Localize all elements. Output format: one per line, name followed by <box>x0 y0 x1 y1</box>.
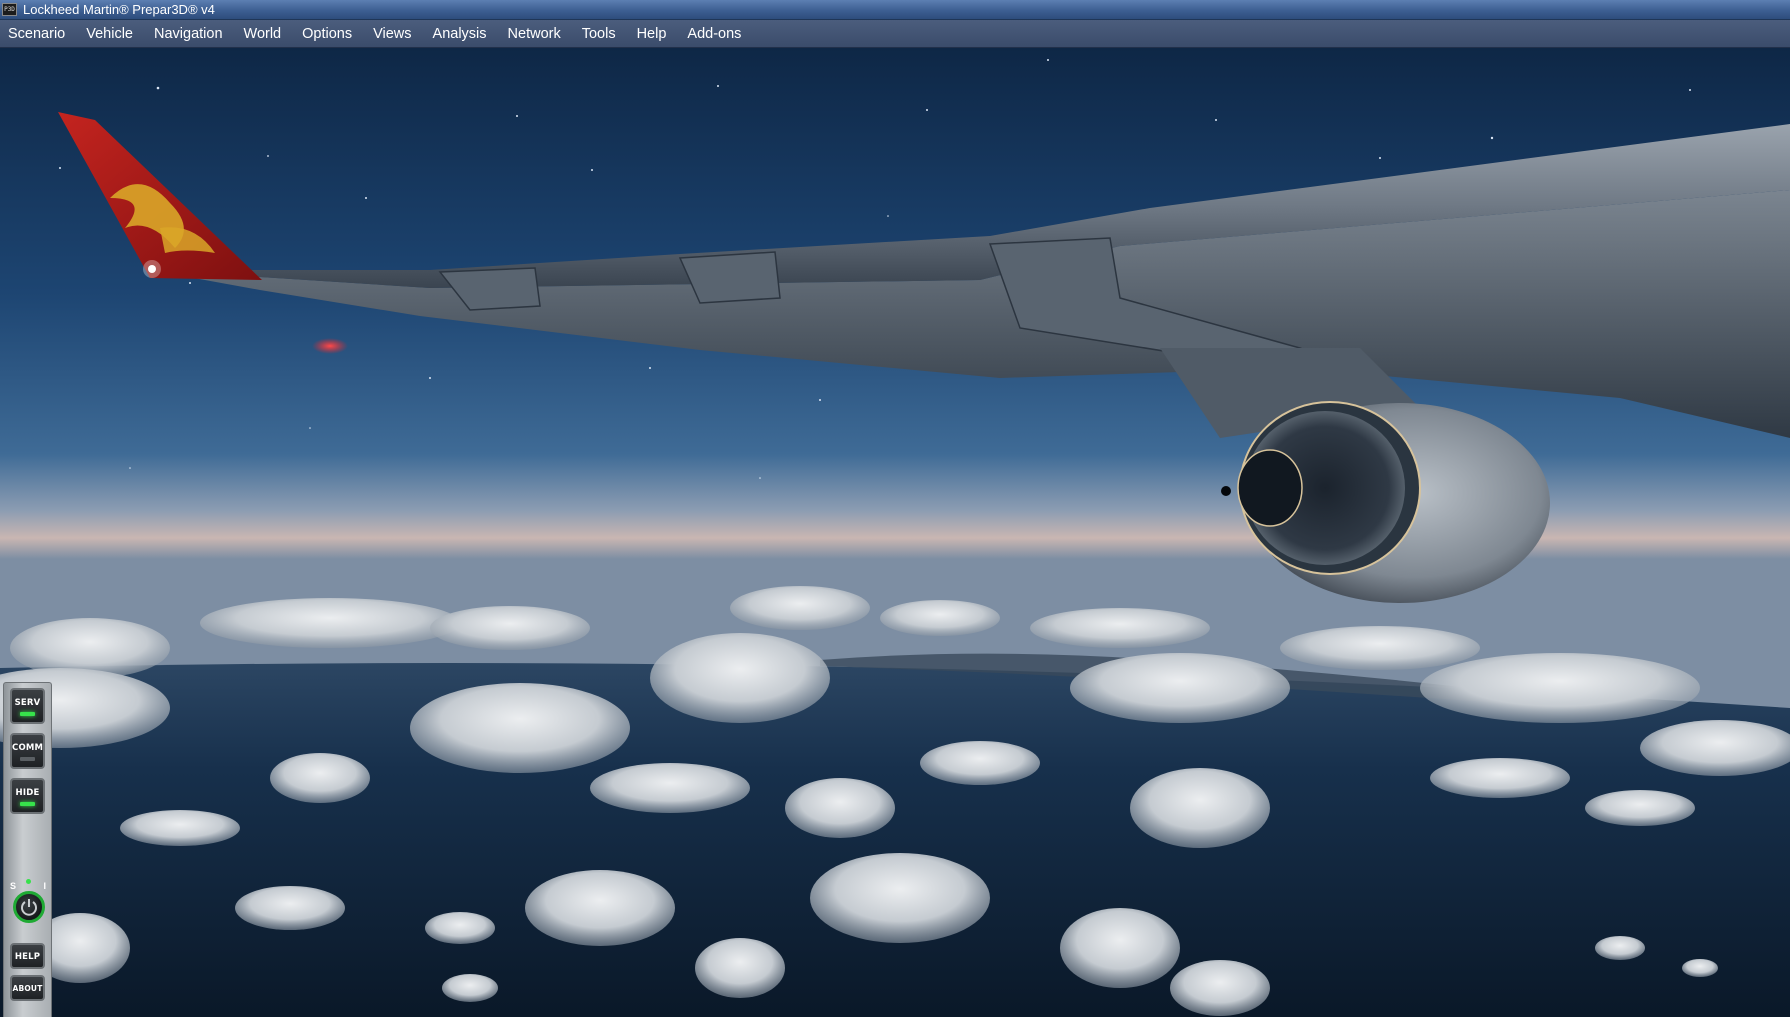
selector-knob-group: S I <box>8 879 49 929</box>
beacon-light <box>312 338 348 354</box>
power-knob[interactable] <box>13 891 45 923</box>
menu-tools[interactable]: Tools <box>575 23 623 45</box>
menu-world[interactable]: World <box>237 23 289 45</box>
help-button[interactable]: HELP <box>10 943 45 969</box>
control-panel: SERV COMM HIDE S I HELP ABOUT <box>3 682 52 1017</box>
comm-label: COMM <box>12 743 44 753</box>
about-label: ABOUT <box>12 984 43 993</box>
knob-indicator-dot <box>26 879 31 884</box>
power-icon <box>21 899 37 916</box>
knob-label-s: S <box>10 881 17 891</box>
comm-indicator <box>20 757 35 761</box>
engine-spinner <box>1237 449 1303 527</box>
scene-canvas <box>0 48 1790 1017</box>
hide-button[interactable]: HIDE <box>10 778 45 814</box>
menu-navigation[interactable]: Navigation <box>147 23 230 45</box>
serv-button[interactable]: SERV <box>10 688 45 724</box>
comm-button[interactable]: COMM <box>10 733 45 769</box>
menu-help[interactable]: Help <box>630 23 674 45</box>
hide-label: HIDE <box>15 788 40 798</box>
app-logo-icon: P3D <box>2 3 17 16</box>
hide-indicator <box>20 802 35 806</box>
menu-add-ons[interactable]: Add-ons <box>680 23 748 45</box>
menu-network[interactable]: Network <box>501 23 568 45</box>
serv-indicator <box>20 712 35 716</box>
flight-view[interactable] <box>0 48 1790 1017</box>
menu-vehicle[interactable]: Vehicle <box>79 23 140 45</box>
about-button[interactable]: ABOUT <box>10 975 45 1001</box>
menu-analysis[interactable]: Analysis <box>426 23 494 45</box>
serv-label: SERV <box>14 698 41 708</box>
menu-bar: Scenario Vehicle Navigation World Option… <box>0 20 1790 48</box>
title-bar: P3D Lockheed Martin® Prepar3D® v4 <box>0 0 1790 20</box>
knob-label-i: I <box>43 881 46 891</box>
menu-options[interactable]: Options <box>295 23 359 45</box>
spinner-tip <box>1221 486 1231 496</box>
window-title: Lockheed Martin® Prepar3D® v4 <box>23 2 215 17</box>
menu-views[interactable]: Views <box>366 23 418 45</box>
menu-scenario[interactable]: Scenario <box>1 23 72 45</box>
help-label: HELP <box>14 952 41 962</box>
